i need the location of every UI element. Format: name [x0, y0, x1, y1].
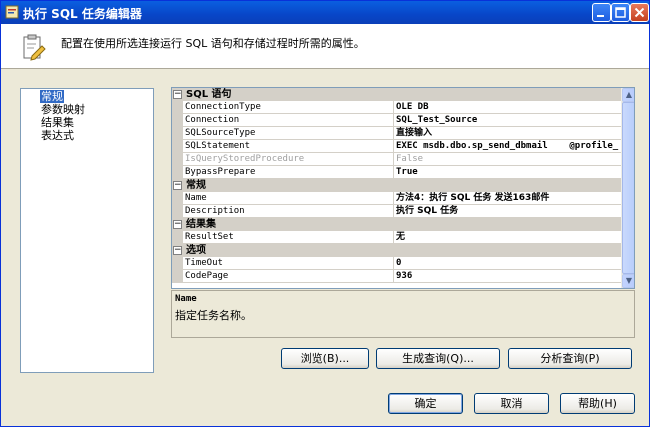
property-row[interactable]: Description 执行 SQL 任务 — [172, 205, 621, 218]
property-row[interactable]: Connection SQL_Test_Source — [172, 114, 621, 127]
browse-button[interactable]: 浏览(B)... — [281, 348, 369, 369]
collapse-icon[interactable]: − — [173, 90, 182, 99]
nav-item-expressions[interactable]: 表达式 — [40, 129, 75, 142]
scroll-thumb[interactable] — [622, 102, 634, 274]
description-text: 指定任务名称。 — [175, 309, 252, 322]
scroll-down-icon[interactable]: ▼ — [622, 274, 634, 288]
minimize-button[interactable] — [592, 3, 611, 22]
header-panel: 配置在使用所选连接运行 SQL 语句和存储过程时所需的属性。 — [1, 24, 649, 69]
property-row[interactable]: ResultSet 无 — [172, 231, 621, 244]
collapse-icon[interactable]: − — [173, 246, 182, 255]
property-row[interactable]: TimeOut 0 — [172, 257, 621, 270]
property-row[interactable]: BypassPrepare True — [172, 166, 621, 179]
build-query-button[interactable]: 生成查询(Q)... — [376, 348, 500, 369]
maximize-button[interactable] — [611, 3, 630, 22]
close-button[interactable] — [630, 3, 649, 22]
property-row[interactable]: SQLSourceType 直接输入 — [172, 127, 621, 140]
property-description-panel: Name 指定任务名称。 — [171, 290, 635, 338]
task-icon — [5, 5, 19, 19]
property-row[interactable]: SQLStatement EXEC msdb.dbo.sp_send_dbmail… — [172, 140, 621, 153]
scroll-up-icon[interactable]: ▲ — [622, 88, 634, 102]
window-title: 执行 SQL 任务编辑器 — [23, 7, 142, 21]
page-nav-list[interactable]: 常规 参数映射 结果集 表达式 — [20, 88, 154, 373]
nav-item-general[interactable]: 常规 — [40, 90, 64, 103]
nav-item-parameter-mapping[interactable]: 参数映射 — [40, 103, 86, 116]
cancel-button[interactable]: 取消 — [474, 393, 549, 414]
category-options[interactable]: − 选项 — [172, 244, 621, 257]
property-row[interactable]: IsQueryStoredProcedure False — [172, 153, 621, 166]
parse-query-button[interactable]: 分析查询(P) — [508, 348, 632, 369]
category-sql[interactable]: − SQL 语句 — [172, 88, 621, 101]
ok-button[interactable]: 确定 — [388, 393, 463, 414]
header-description: 配置在使用所选连接运行 SQL 语句和存储过程时所需的属性。 — [61, 37, 365, 50]
sql-task-editor-window: 执行 SQL 任务编辑器 配置在使用所选连接运行 SQL 语句和存储过程时所需的… — [0, 0, 650, 427]
collapse-icon[interactable]: − — [173, 181, 182, 190]
help-button[interactable]: 帮助(H) — [560, 393, 635, 414]
category-general[interactable]: − 常规 — [172, 179, 621, 192]
property-row[interactable]: CodePage 936 — [172, 270, 621, 283]
nav-item-result-set[interactable]: 结果集 — [40, 116, 75, 129]
property-row[interactable]: ConnectionType OLE DB — [172, 101, 621, 114]
grid-scrollbar[interactable]: ▲ ▼ — [621, 88, 634, 288]
clipboard-edit-icon — [21, 34, 47, 62]
close-icon — [634, 7, 645, 18]
description-title: Name — [175, 294, 197, 304]
title-bar[interactable]: 执行 SQL 任务编辑器 — [1, 1, 649, 24]
property-row[interactable]: Name 方法4：执行 SQL 任务 发送163邮件 — [172, 192, 621, 205]
property-grid[interactable]: − SQL 语句 ConnectionType OLE DB Connection… — [171, 87, 635, 289]
category-result-set[interactable]: − 结果集 — [172, 218, 621, 231]
collapse-icon[interactable]: − — [173, 220, 182, 229]
